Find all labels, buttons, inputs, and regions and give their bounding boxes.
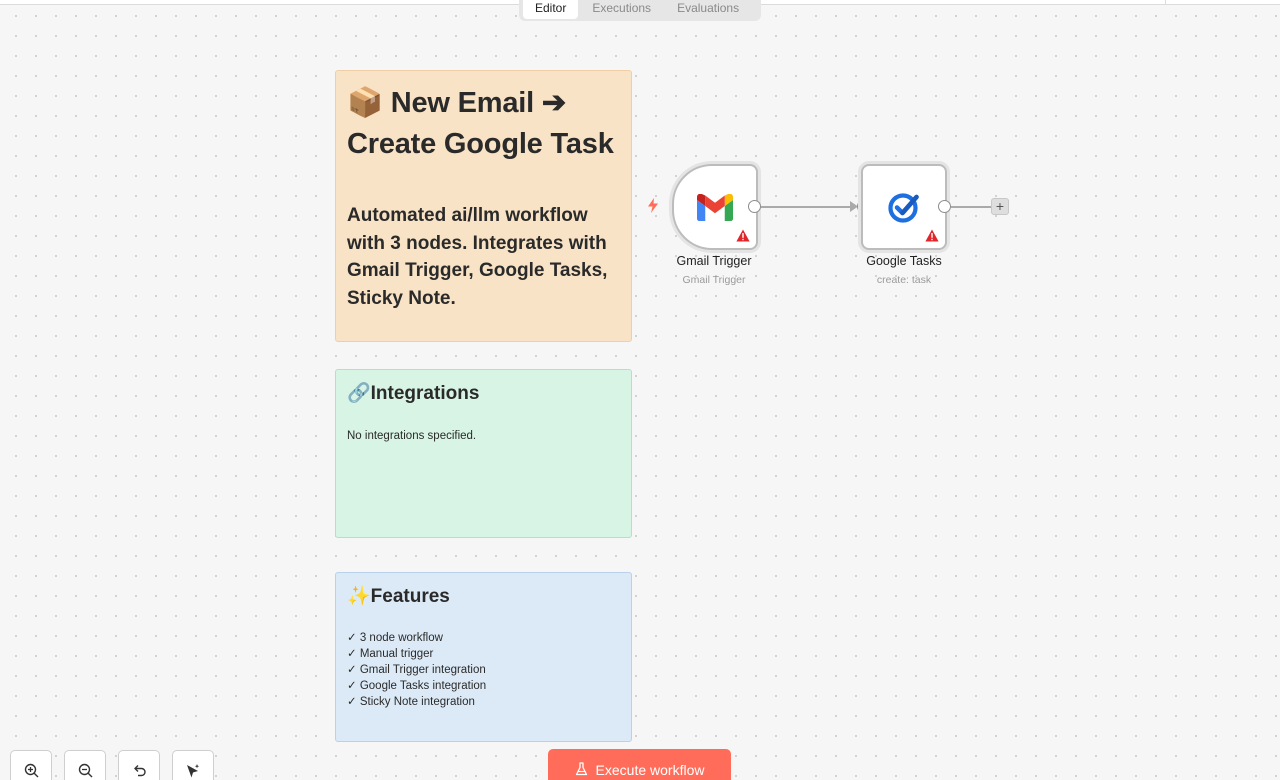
gmail-trigger-subtitle: Gmail Trigger (682, 274, 746, 286)
gmail-icon (697, 193, 733, 221)
zoom-out-icon (78, 763, 92, 778)
zoom-in-button[interactable] (10, 750, 52, 780)
workflow-title-line2: Create Google Task (347, 128, 614, 160)
list-item: ✓ 3 node workflow (347, 632, 443, 644)
tab-evaluations[interactable]: Evaluations (665, 0, 751, 19)
google-tasks-subtitle: create: task (876, 274, 932, 286)
list-item: ✓ Sticky Note integration (347, 696, 475, 708)
tab-editor[interactable]: Editor (523, 0, 579, 19)
sticky-note-title[interactable]: 📦 New Email ➔ Create Google Task Automat… (335, 70, 632, 342)
integrations-body: No integrations specified. (347, 430, 477, 442)
sticky-note-integrations[interactable]: 🔗Integrations No integrations specified. (335, 369, 632, 538)
zoom-in-icon (24, 763, 38, 778)
connection-line[interactable] (761, 206, 851, 208)
list-item: ✓ Gmail Trigger integration (347, 664, 486, 676)
execute-workflow-button[interactable]: Execute workflow (548, 749, 731, 780)
gmail-trigger-node[interactable] (672, 164, 758, 250)
sticky-note-features[interactable]: ✨Features ✓ 3 node workflow ✓ Manual tri… (335, 572, 632, 742)
google-tasks-label: Google Tasks (866, 254, 942, 268)
tab-executions[interactable]: Executions (580, 0, 663, 19)
undo-icon (133, 765, 146, 777)
warning-icon (925, 229, 939, 242)
view-tabs: Editor Executions Evaluations (519, 0, 761, 21)
zoom-out-button[interactable] (64, 750, 106, 780)
gmail-trigger-label: Gmail Trigger (676, 254, 752, 268)
google-tasks-node[interactable] (861, 164, 947, 250)
integrations-heading: 🔗Integrations (347, 383, 480, 404)
workflow-description: Automated ai/llm workflow with 3 nodes. … (347, 205, 608, 309)
flask-icon (575, 762, 587, 776)
list-item: ✓ Manual trigger (347, 648, 434, 660)
add-node-connector (951, 206, 991, 208)
tidy-up-icon (187, 764, 200, 778)
warning-icon (736, 229, 750, 242)
tasks-output-handle[interactable] (938, 200, 951, 213)
features-heading: ✨Features (347, 586, 450, 607)
tidy-up-button[interactable] (172, 750, 214, 780)
top-bar-separator (1165, 0, 1166, 4)
workflow-title-line1: 📦 New Email ➔ (347, 87, 566, 119)
trigger-bolt-icon (648, 198, 658, 213)
list-item: ✓ Google Tasks integration (347, 680, 487, 692)
execute-workflow-label: Execute workflow (595, 762, 705, 778)
google-tasks-icon (888, 193, 919, 223)
gmail-output-handle[interactable] (748, 200, 761, 213)
features-list: ✓ 3 node workflow ✓ Manual trigger ✓ Gma… (347, 630, 620, 710)
undo-button[interactable] (118, 750, 160, 780)
add-node-button[interactable]: + (991, 198, 1009, 215)
